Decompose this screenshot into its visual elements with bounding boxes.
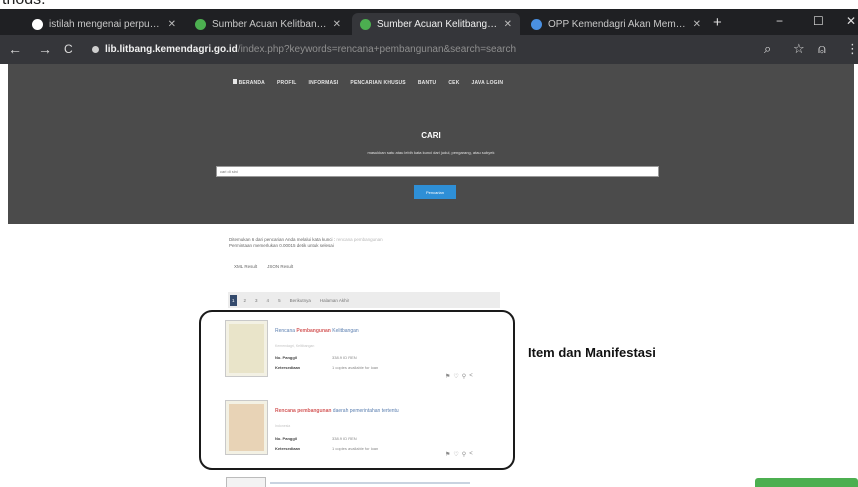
site-header: BERANDA PROFIL INFORMASI PENCARIAN KHUSU… <box>8 64 854 224</box>
results-keyword: rencana pembangunan <box>336 237 383 242</box>
item-actions: ⚑ ♡ ⚲ < <box>445 373 473 380</box>
tab-close-icon[interactable]: ✕ <box>168 19 176 30</box>
star-icon[interactable]: ☆ <box>793 41 805 57</box>
availability-label: Ketersediaan <box>275 365 301 370</box>
heart-icon[interactable]: ♡ <box>453 451 458 458</box>
search-heading: CARI <box>421 131 441 140</box>
item-author[interactable]: Kemendagri, Kelitbangan <box>275 344 314 348</box>
share-icon[interactable]: < <box>469 451 473 458</box>
item-actions: ⚑ ♡ ⚲ < <box>445 451 473 458</box>
book-cover-image[interactable] <box>225 400 268 455</box>
flag-icon[interactable]: ⚑ <box>445 451 450 458</box>
availability-value: 1 copies available for loan <box>332 446 379 451</box>
page-3-button[interactable]: 3 <box>253 297 260 304</box>
profile-icon[interactable]: ⍝ <box>818 41 826 57</box>
nav-item-bantu[interactable]: BANTU <box>418 80 437 86</box>
page-top-text: thods. <box>2 0 46 9</box>
page-4-button[interactable]: 4 <box>265 297 272 304</box>
pagination: 1 2 3 4 5 Berikutnya Halaman Akhir <box>228 292 500 308</box>
search-input[interactable] <box>216 166 659 177</box>
tab-title: Sumber Acuan Kelitbangan | P... <box>212 18 327 30</box>
magnifier-icon[interactable]: ⚲ <box>462 373 466 380</box>
search-button[interactable]: Pencarian <box>414 185 456 199</box>
tab-opp-kemendagri[interactable]: OPP Kemendagri Akan Memu... ✕ <box>523 13 709 35</box>
json-result-link[interactable]: JSON Result <box>267 264 293 269</box>
menu-icon[interactable]: ⋮ <box>846 41 858 57</box>
cover-art <box>229 324 264 373</box>
nav-item-pencarian-khusus[interactable]: PENCARIAN KHUSUS <box>350 80 405 86</box>
page-top-fragment: thods. <box>0 0 858 9</box>
item-title-link[interactable]: Rencana pembangunan daerah pemerintahan … <box>275 408 399 414</box>
page-1-button[interactable]: 1 <box>230 294 237 306</box>
tab-istilah[interactable]: istilah mengenai perpustaka... ✕ <box>24 13 184 35</box>
item-title-link[interactable]: Rencana Pembangunan Kelitbangan <box>275 328 359 334</box>
next-page-button[interactable]: Berikutnya <box>288 297 313 304</box>
tab-favicon-icon <box>360 18 371 30</box>
flag-icon[interactable]: ⚑ <box>445 373 450 380</box>
results-count-text: Ditemukan 6 dari pencarian Anda melalui … <box>229 237 336 242</box>
annotation-label: Item dan Manifestasi <box>528 345 656 360</box>
minimize-button[interactable]: − <box>776 14 783 28</box>
call-number-label: No. Panggil <box>275 436 297 441</box>
url-host: lib.litbang.kemendagri.go.id <box>105 44 238 55</box>
nav-item-cek[interactable]: CEK <box>448 80 459 86</box>
last-page-button[interactable]: Halaman Akhir <box>318 297 351 304</box>
url-path: /index.php?keywords=rencana+pembangunan&… <box>237 44 517 55</box>
new-tab-button[interactable]: + <box>713 14 722 31</box>
availability-value: 1 copies available for loan <box>332 365 379 370</box>
home-icon <box>233 79 237 84</box>
tab-title: Sumber Acuan Kelitbangan | P... <box>377 18 498 30</box>
lock-icon <box>92 46 99 53</box>
reload-button[interactable]: C <box>64 42 73 56</box>
result-format-links: XML Result JSON Result <box>234 264 293 269</box>
book-cover-image[interactable] <box>225 320 268 377</box>
call-number-value: 338.9 ID REN <box>332 436 357 441</box>
results-time-text: Permintaan memerlukan 0.00015 detik untu… <box>229 243 334 248</box>
share-icon[interactable]: < <box>469 373 473 380</box>
tab-sumber-acuan-1[interactable]: Sumber Acuan Kelitbangan | P... ✕ <box>187 13 349 35</box>
chat-widget-button[interactable] <box>755 478 858 487</box>
tab-sumber-acuan-active[interactable]: Sumber Acuan Kelitbangan | P... ✕ <box>352 13 520 35</box>
page-2-button[interactable]: 2 <box>242 297 249 304</box>
close-window-button[interactable]: ✕ <box>846 14 856 28</box>
maximize-button[interactable]: ☐ <box>813 14 824 28</box>
nav-item-beranda[interactable]: BERANDA <box>233 79 265 86</box>
next-item-title[interactable] <box>270 482 470 484</box>
tab-close-icon[interactable]: ✕ <box>693 19 701 30</box>
xml-result-link[interactable]: XML Result <box>234 264 257 269</box>
search-instructions: masukkan satu atau lebih kata kunci dari… <box>367 150 495 155</box>
tab-favicon-icon <box>32 18 43 30</box>
tab-favicon-icon <box>531 18 542 30</box>
back-button[interactable]: ← <box>8 41 22 57</box>
availability-label: Ketersediaan <box>275 446 301 451</box>
browser-tab-bar: istilah mengenai perpustaka... ✕ Sumber … <box>0 9 858 35</box>
results-summary: Ditemukan 6 dari pencarian Anda melalui … <box>229 237 383 249</box>
tab-title: OPP Kemendagri Akan Memu... <box>548 18 687 30</box>
forward-button[interactable]: → <box>38 41 52 57</box>
item-author[interactable]: Indonesia <box>275 424 290 428</box>
page-5-button[interactable]: 5 <box>276 297 283 304</box>
magnifier-icon[interactable]: ⚲ <box>462 451 466 458</box>
tab-close-icon[interactable]: ✕ <box>333 19 341 30</box>
tab-favicon-icon <box>195 18 206 30</box>
call-number-value: 338.9 ID REN <box>332 355 357 360</box>
next-item-cover[interactable] <box>226 477 266 487</box>
nav-item-profil[interactable]: PROFIL <box>277 80 297 86</box>
address-bar[interactable]: lib.litbang.kemendagri.go.id /index.php?… <box>92 40 740 59</box>
nav-item-login[interactable]: JAVA LOGIN <box>472 80 504 86</box>
browser-toolbar: ← → C lib.litbang.kemendagri.go.id /inde… <box>0 35 858 64</box>
tab-close-icon[interactable]: ✕ <box>504 19 512 30</box>
cover-art <box>229 404 264 451</box>
tab-title: istilah mengenai perpustaka... <box>49 18 162 30</box>
site-nav: BERANDA PROFIL INFORMASI PENCARIAN KHUSU… <box>233 79 503 86</box>
call-number-label: No. Panggil <box>275 355 297 360</box>
nav-item-informasi[interactable]: INFORMASI <box>309 80 339 86</box>
search-icon[interactable]: ⌕ <box>764 41 771 57</box>
heart-icon[interactable]: ♡ <box>453 373 458 380</box>
